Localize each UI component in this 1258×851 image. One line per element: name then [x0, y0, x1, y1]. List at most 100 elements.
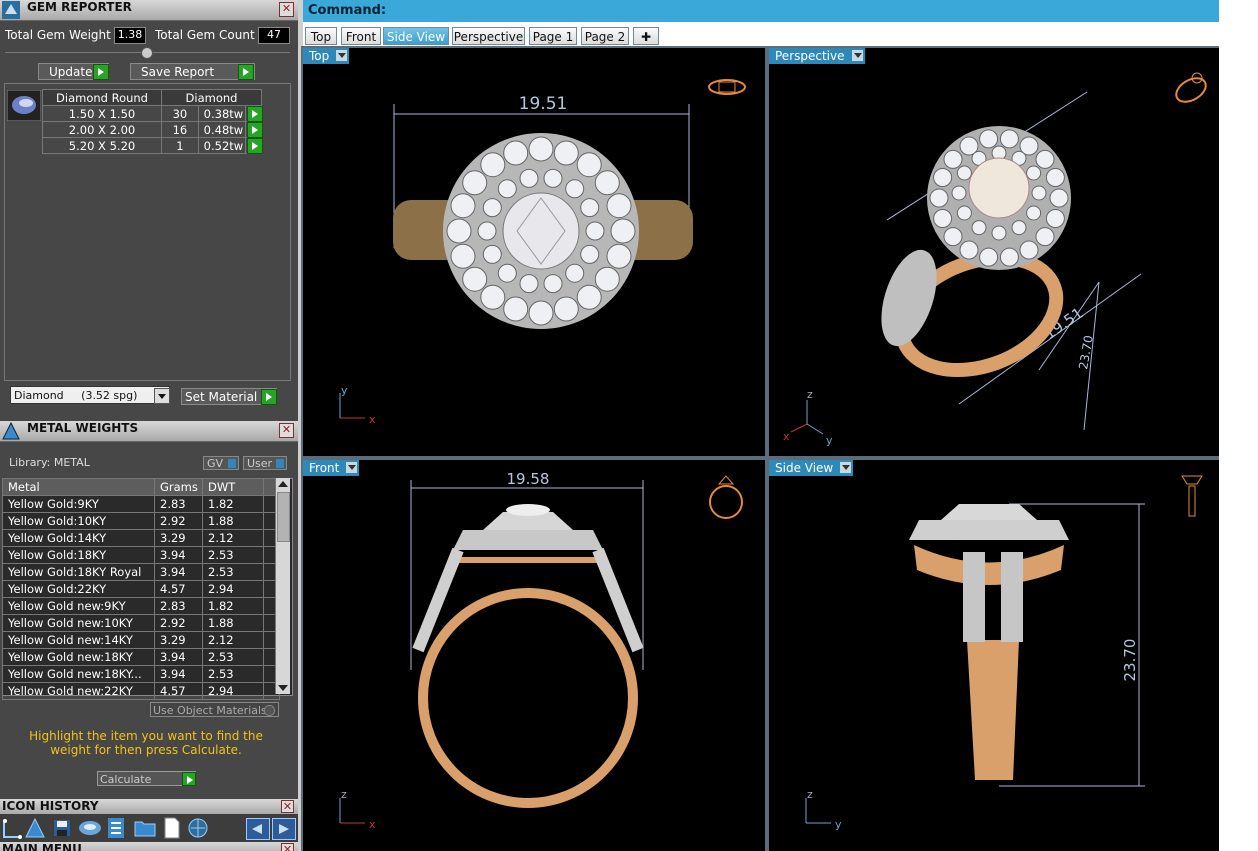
grams-column-header[interactable]: Grams	[154, 478, 203, 496]
pyramid-icon[interactable]	[24, 817, 46, 839]
metal-row[interactable]: Yellow Gold:18KY 3.94 2.53	[2, 546, 280, 564]
back-arrow-icon[interactable]	[246, 818, 270, 840]
scroll-thumb[interactable]	[277, 492, 290, 542]
diamond-stone	[462, 266, 488, 292]
collapse-icon[interactable]	[141, 47, 153, 59]
metal-dwt: 2.53	[202, 546, 264, 564]
viewport-front-label-text: Front	[309, 461, 340, 475]
gem-count: 16	[161, 121, 199, 138]
close-icon[interactable]: ✕	[281, 843, 294, 851]
calculate-go-icon[interactable]	[182, 772, 196, 786]
front-view-icon	[709, 475, 743, 519]
viewport-area: Top 19.51 y x Perspective 19.51 23.70 z …	[301, 46, 1219, 851]
metal-row[interactable]: Yellow Gold:10KY 2.92 1.88	[2, 512, 280, 530]
gem-table-header: Diamond Round Diamond	[42, 89, 262, 106]
dwt-column-header[interactable]: DWT	[202, 478, 264, 496]
set-material-go-icon[interactable]	[261, 389, 277, 405]
metal-row[interactable]: Yellow Gold:9KY 2.83 1.82	[2, 495, 280, 513]
metal-scrollbar[interactable]	[275, 478, 290, 694]
update-go-icon[interactable]	[93, 64, 109, 80]
diamond-stone	[606, 243, 632, 269]
chevron-down-icon[interactable]	[336, 50, 348, 61]
play-icon[interactable]	[247, 138, 264, 154]
tab-page-2[interactable]: Page 2	[581, 27, 629, 45]
gem-icon[interactable]	[78, 819, 102, 837]
viewport-top-label[interactable]: Top	[303, 48, 350, 64]
shoulder-stones	[881, 249, 937, 347]
use-object-materials-toggle[interactable]: Use Object Materials	[150, 702, 279, 717]
tab-side-view[interactable]: Side View	[383, 27, 449, 45]
tab-top[interactable]: Top	[305, 27, 337, 45]
chevron-down-icon[interactable]	[154, 388, 170, 404]
close-icon[interactable]: ✕	[279, 2, 294, 17]
metal-row[interactable]: Yellow Gold:22KY 4.57 2.94	[2, 580, 280, 598]
metal-row[interactable]: Yellow Gold:14KY 3.29 2.12	[2, 529, 280, 547]
close-icon[interactable]: ✕	[281, 800, 294, 813]
gv-toggle[interactable]: GV	[203, 456, 239, 470]
diamond-stone	[1026, 205, 1042, 221]
axis-label: x	[369, 818, 376, 831]
tab-front[interactable]: Front	[341, 27, 381, 45]
save-report-go-icon[interactable]	[238, 64, 254, 80]
chevron-down-icon[interactable]	[840, 462, 852, 473]
viewport-side[interactable]: Side View 23.70 z y	[769, 460, 1219, 851]
gem-row-go-button[interactable]	[245, 121, 264, 138]
viewport-perspective-label-text: Perspective	[775, 49, 845, 63]
gem-row[interactable]: 5.20 X 5.20 1 0.52tw	[42, 137, 264, 154]
metal-row[interactable]: Yellow Gold new:18KY... 3.94 2.53	[2, 665, 280, 683]
viewport-side-label[interactable]: Side View	[769, 460, 854, 476]
folder-icon[interactable]	[134, 819, 156, 837]
user-toggle[interactable]: User	[243, 456, 287, 470]
metal-row[interactable]: Yellow Gold new:14KY 3.29 2.12	[2, 631, 280, 649]
play-icon[interactable]	[247, 106, 264, 122]
tab-page-1[interactable]: Page 1	[529, 27, 577, 45]
gem-row[interactable]: 1.50 X 1.50 30 0.38tw	[42, 105, 264, 122]
diamond-stone	[482, 244, 502, 264]
metal-dwt: 2.53	[202, 563, 264, 581]
diamond-stone	[606, 193, 632, 219]
diamond-stone	[576, 152, 602, 178]
gem-header-type: Diamond	[161, 89, 262, 106]
document-icon[interactable]	[163, 817, 181, 839]
play-icon[interactable]	[247, 122, 264, 138]
add-tab-icon[interactable]: ✚	[633, 27, 659, 45]
metal-row[interactable]: Yellow Gold new:18KY 3.94 2.53	[2, 648, 280, 666]
diamond-stone	[446, 218, 472, 244]
metal-row[interactable]: Yellow Gold new:9KY 2.83 1.82	[2, 597, 280, 615]
diamond-stone	[933, 209, 953, 228]
gem-row-go-button[interactable]	[245, 137, 264, 154]
metal-row[interactable]: Yellow Gold:18KY Royal 3.94 2.53	[2, 563, 280, 581]
viewport-front[interactable]: Front 19.58 z x	[303, 460, 765, 851]
scroll-down-icon[interactable]	[278, 685, 288, 691]
hint-text: Highlight the item you want to find the …	[29, 729, 263, 757]
diamond-stone	[594, 170, 620, 196]
globe-icon[interactable]	[187, 817, 209, 839]
chevron-down-icon[interactable]	[851, 50, 863, 61]
viewport-front-label[interactable]: Front	[303, 460, 360, 476]
metal-column-header[interactable]: Metal	[2, 478, 155, 496]
command-bar[interactable]: Command:	[303, 0, 1219, 22]
main-menu-titlebar: MAIN MENU ✕	[0, 842, 298, 851]
viewport-perspective[interactable]: Perspective 19.51 23.70 z x y	[769, 48, 1219, 456]
scroll-up-icon[interactable]	[278, 481, 288, 487]
material-select[interactable]: Diamond (3.52 spg)	[10, 386, 170, 404]
chevron-down-icon[interactable]	[346, 462, 358, 473]
metal-row[interactable]: Yellow Gold new:10KY 2.92 1.88	[2, 614, 280, 632]
metal-row[interactable]: Yellow Gold new:22KY 4.57 2.94	[2, 682, 280, 700]
tab-perspective[interactable]: Perspective	[452, 27, 525, 45]
close-icon[interactable]: ✕	[279, 423, 294, 438]
gallery-profile	[914, 545, 1064, 585]
viewport-perspective-label[interactable]: Perspective	[769, 48, 865, 64]
gem-row[interactable]: 2.00 X 2.00 16 0.48tw	[42, 121, 264, 138]
dimension-icon[interactable]	[2, 817, 22, 839]
shank-profile	[967, 640, 1019, 780]
update-button-label: Update	[49, 65, 93, 79]
forward-arrow-icon[interactable]	[272, 818, 296, 840]
metal-weights-titlebar: METAL WEIGHTS ✕	[0, 421, 298, 442]
save-icon[interactable]	[52, 818, 72, 838]
gem-row-go-button[interactable]	[245, 105, 264, 122]
save-report-button[interactable]: Save Report	[130, 63, 255, 80]
metal-grams: 3.94	[154, 665, 203, 683]
viewport-top[interactable]: Top 19.51 y x	[303, 48, 765, 456]
report-icon[interactable]	[106, 817, 126, 839]
